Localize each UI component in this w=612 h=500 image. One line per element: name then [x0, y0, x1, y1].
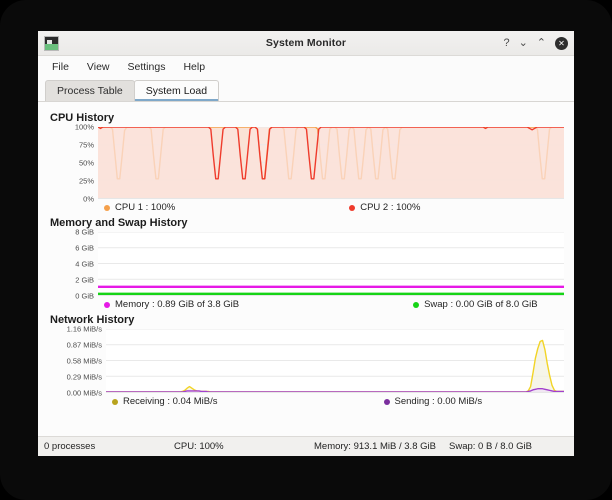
legend-cpu1: CPU 1 : 100%	[104, 202, 175, 213]
status-processes: 0 processes	[44, 441, 96, 452]
legend-swap-label: Swap : 0.00 GiB of 8.0 GiB	[424, 299, 538, 310]
legend-cpu1-label: CPU 1 : 100%	[115, 202, 176, 213]
cpu2-color-dot	[349, 204, 356, 211]
system-monitor-icon	[44, 35, 59, 51]
desktop-background: System Monitor ? ⌄ ⌃ ✕ File View Setting…	[0, 0, 612, 500]
legend-sending-label: Sending : 0.00 MiB/s	[394, 396, 483, 407]
system-monitor-window: System Monitor ? ⌄ ⌃ ✕ File View Setting…	[38, 31, 574, 456]
memory-plot-svg	[98, 232, 564, 295]
cpu-ytick-3: 25%	[78, 176, 94, 186]
legend-cpu2: CPU 2 : 100%	[349, 202, 420, 213]
menu-file[interactable]: File	[44, 59, 77, 75]
memory-color-dot	[104, 301, 110, 308]
cpu-history-title: CPU History	[50, 112, 115, 124]
swap-color-dot	[413, 301, 420, 308]
status-swap: Swap: 0 B / 8.0 GiB	[449, 441, 532, 452]
memory-ytick-0: 8 GiB	[75, 227, 94, 237]
receiving-color-dot	[112, 398, 118, 405]
network-ytick-0: 1.16 MiB/s	[66, 324, 102, 334]
minimize-button[interactable]: ⌄	[519, 37, 528, 49]
network-ytick-1: 0.87 MiB/s	[66, 340, 102, 350]
memory-ytick-4: 0 GiB	[75, 291, 94, 301]
cpu-history-section: CPU History 100% 75% 50% 25% 0% CPU 1 : 100%…	[48, 112, 564, 213]
memory-history-chart[interactable]	[98, 232, 564, 296]
cpu-history-chart[interactable]	[98, 127, 564, 199]
tab-system-load[interactable]: System Load	[133, 80, 220, 101]
menu-view[interactable]: View	[79, 59, 118, 75]
network-plot-svg	[106, 329, 564, 392]
memory-ytick-3: 2 GiB	[75, 275, 94, 285]
maximize-button[interactable]: ⌃	[537, 37, 546, 49]
legend-memory-label: Memory : 0.89 GiB of 3.8 GiB	[115, 299, 240, 310]
legend-sending: Sending : 0.00 MiB/s	[383, 396, 483, 407]
legend-receiving: Receiving : 0.04 MiB/s	[112, 396, 218, 407]
cpu-ytick-0: 100%	[74, 122, 94, 132]
status-bar: 0 processes CPU: 100% Memory: 913.1 MiB …	[38, 436, 574, 456]
status-memory: Memory: 913.1 MiB / 3.8 GiB	[314, 441, 436, 452]
help-button[interactable]: ?	[503, 37, 509, 49]
status-cpu: CPU: 100%	[174, 441, 224, 452]
menu-help[interactable]: Help	[175, 59, 213, 75]
memory-legend: Memory : 0.89 GiB of 3.8 GiB Swap : 0.00…	[48, 299, 564, 310]
network-history-chart[interactable]	[106, 329, 564, 393]
network-legend: Receiving : 0.04 MiB/s Sending : 0.00 Mi…	[48, 396, 564, 407]
menubar: File View Settings Help	[38, 56, 574, 78]
cpu1-color-dot	[104, 204, 110, 211]
tab-bar: Process Table System Load	[38, 78, 574, 102]
legend-receiving-label: Receiving : 0.04 MiB/s	[123, 396, 218, 407]
memory-ytick-2: 4 GiB	[75, 259, 94, 269]
legend-memory: Memory : 0.89 GiB of 3.8 GiB	[104, 299, 239, 310]
memory-history-title: Memory and Swap History	[50, 217, 188, 229]
close-button[interactable]: ✕	[555, 36, 568, 50]
cpu-ytick-4: 0%	[83, 194, 94, 204]
network-history-section: Network History 1.16 MiB/s 0.87 MiB/s 0.58…	[48, 314, 564, 407]
cpu-plot-svg	[98, 127, 564, 198]
cpu-y-axis: 100% 75% 50% 25% 0%	[48, 123, 98, 204]
cpu-legend: CPU 1 : 100% CPU 2 : 100%	[48, 202, 564, 213]
legend-swap: Swap : 0.00 GiB of 8.0 GiB	[413, 299, 538, 310]
menu-settings[interactable]: Settings	[120, 59, 174, 75]
tab-process-table[interactable]: Process Table	[45, 80, 135, 101]
network-ytick-3: 0.29 MiB/s	[66, 372, 102, 382]
network-history-title: Network History	[50, 314, 135, 326]
legend-cpu2-label: CPU 2 : 100%	[360, 202, 421, 213]
cpu-ytick-2: 50%	[78, 158, 94, 168]
memory-y-axis: 8 GiB 6 GiB 4 GiB 2 GiB 0 GiB	[48, 228, 98, 301]
sending-color-dot	[383, 398, 390, 405]
network-y-axis: 1.16 MiB/s 0.87 MiB/s 0.58 MiB/s 0.29 MiB/s…	[48, 325, 106, 398]
window-titlebar[interactable]: System Monitor ? ⌄ ⌃ ✕	[38, 31, 574, 56]
memory-ytick-1: 6 GiB	[75, 243, 94, 253]
window-title: System Monitor	[265, 37, 347, 49]
cpu-ytick-1: 75%	[78, 140, 94, 150]
memory-history-section: Memory and Swap History 8 GiB 6 GiB 4 GiB 2…	[48, 217, 564, 310]
network-ytick-2: 0.58 MiB/s	[66, 356, 102, 366]
network-ytick-4: 0.00 MiB/s	[66, 388, 102, 398]
window-controls: ? ⌄ ⌃ ✕	[503, 36, 568, 50]
system-load-panel: CPU History 100% 75% 50% 25% 0% CPU 1 : 100%…	[38, 102, 574, 436]
